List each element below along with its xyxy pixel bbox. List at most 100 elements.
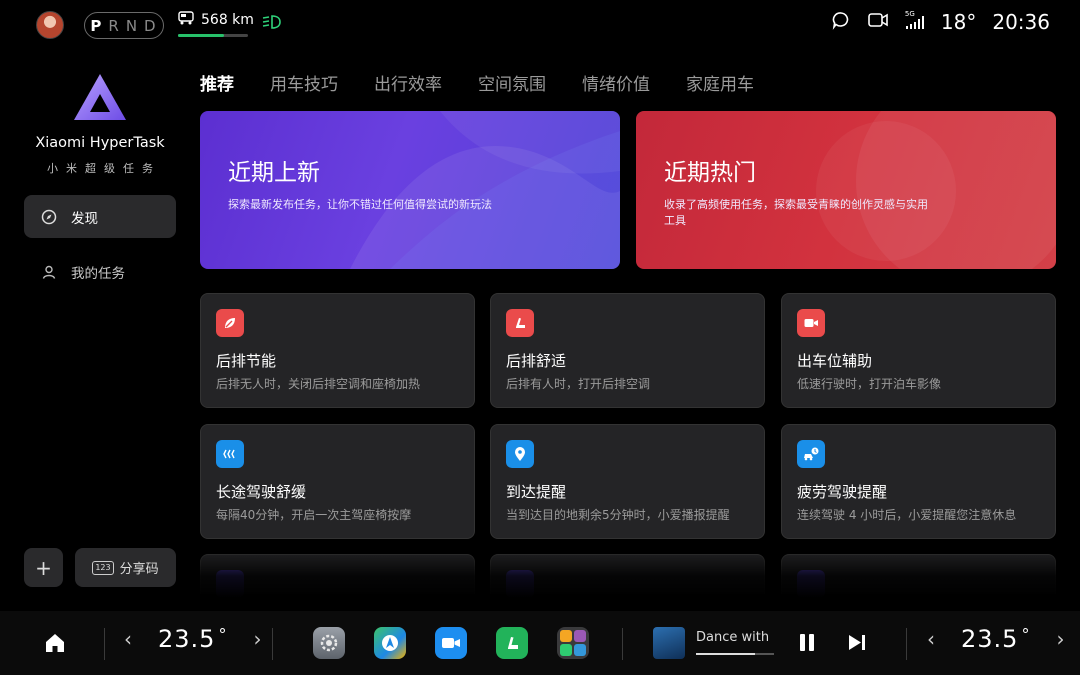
banner-new[interactable]: 近期上新 探索最新发布任务，让你不错过任何值得尝试的新玩法 xyxy=(200,111,620,269)
range-display: 568 km xyxy=(178,11,254,29)
message-icon[interactable] xyxy=(831,10,851,34)
right-climate-control: ‹ 23.5 ° › xyxy=(927,625,1064,653)
share-code-label: 分享码 xyxy=(119,562,159,577)
status-right: 5G 18° 20:36 xyxy=(831,10,1050,34)
banner-hot[interactable]: 近期热门 收录了高频使用任务，探索最受青睐的创作灵感与实用工具 xyxy=(636,111,1056,269)
gear-r: R xyxy=(108,16,121,35)
person-icon xyxy=(41,264,57,280)
signal-icon: 5G xyxy=(905,10,925,31)
banner-desc: 收录了高频使用任务，探索最受青睐的创作灵感与实用工具 xyxy=(664,198,928,227)
card-title: 疲劳驾驶提醒 xyxy=(797,483,888,501)
gear-d: D xyxy=(144,16,158,35)
keypad-icon: 123 xyxy=(92,560,114,575)
card-desc: 后排有人时，打开后排空调 xyxy=(506,377,651,391)
heat-waves-icon xyxy=(216,440,244,468)
dock-divider xyxy=(272,628,273,660)
location-pin-icon xyxy=(506,440,534,468)
banner-wave-decoration xyxy=(350,111,620,269)
chevron-right-icon[interactable]: › xyxy=(253,627,261,651)
video-call-app-icon[interactable] xyxy=(435,627,467,659)
car-range-icon xyxy=(178,11,196,29)
task-card[interactable]: 长途驾驶舒缓 每隔40分钟，开启一次主驾座椅按摩 xyxy=(200,424,475,539)
card-desc: 后排无人时，关闭后排空调和座椅加热 xyxy=(216,377,421,391)
task-card[interactable]: 出车位辅助 低速行驶时，打开泊车影像 xyxy=(781,293,1056,408)
home-icon[interactable] xyxy=(44,632,66,658)
mini-app-icon xyxy=(560,630,572,642)
headlight-icon xyxy=(262,14,282,34)
task-card[interactable]: 后排舒适 后排有人时，打开后排空调 xyxy=(490,293,765,408)
card-title: 长途驾驶舒缓 xyxy=(216,483,307,501)
sidebar-item-label: 我的任务 xyxy=(71,265,125,282)
banner-title: 近期热门 xyxy=(664,160,756,186)
pause-icon[interactable] xyxy=(800,634,814,651)
banner-title: 近期上新 xyxy=(228,160,320,186)
task-card[interactable]: 到达提醒 当到达目的地剩余5分钟时，小爱播报提醒 xyxy=(490,424,765,539)
gear-indicator: P R N D xyxy=(84,12,164,39)
chevron-left-icon[interactable]: ‹ xyxy=(927,627,935,651)
app-name: Xiaomi HyperTask xyxy=(35,135,165,151)
right-temp: 23.5 ° xyxy=(961,625,1030,653)
app-subtitle: 小米超级任务 xyxy=(47,162,161,175)
album-art[interactable] xyxy=(653,627,685,659)
gear-p: P xyxy=(90,16,104,35)
task-card[interactable]: 疲劳驾驶提醒 连续驾驶 4 小时后，小爱提醒您注意休息 xyxy=(781,424,1056,539)
category-tabs: 推荐 用车技巧 出行效率 空间氛围 情绪价值 家庭用车 xyxy=(200,70,754,95)
sidebar-item-my-tasks[interactable]: 我的任务 xyxy=(24,250,176,293)
banner-circle-decoration xyxy=(816,111,1056,269)
share-code-button[interactable]: 123 分享码 xyxy=(75,548,176,587)
navigation-app-icon[interactable] xyxy=(374,627,406,659)
range-text: 568 km xyxy=(201,12,254,28)
card-desc: 当到达目的地剩余5分钟时，小爱播报提醒 xyxy=(506,508,730,522)
dock-divider xyxy=(906,628,907,660)
mini-app-icon xyxy=(574,630,586,642)
dock-divider xyxy=(104,628,105,660)
user-avatar[interactable] xyxy=(36,11,64,39)
banner-desc: 探索最新发布任务，让你不错过任何值得尝试的新玩法 xyxy=(228,198,492,211)
card-desc: 每隔40分钟，开启一次主驾座椅按摩 xyxy=(216,508,412,522)
seat-app-icon[interactable] xyxy=(496,627,528,659)
song-progress-fill xyxy=(696,653,755,655)
tab-family-use[interactable]: 家庭用车 xyxy=(686,70,754,95)
clock: 20:36 xyxy=(992,10,1050,34)
dock-divider xyxy=(622,628,623,660)
tab-emotional-value[interactable]: 情绪价值 xyxy=(582,70,650,95)
card-title: 后排节能 xyxy=(216,352,277,370)
right-temp-value: 23.5 xyxy=(961,625,1019,653)
chevron-right-icon[interactable]: › xyxy=(1056,627,1064,651)
tab-recommended[interactable]: 推荐 xyxy=(200,70,234,95)
sidebar-item-discover[interactable]: 发现 xyxy=(24,195,176,238)
compass-icon xyxy=(41,209,57,225)
range-bar xyxy=(178,34,248,37)
range-bar-fill xyxy=(178,34,224,37)
left-temp-value: 23.5 xyxy=(158,625,216,653)
seat-icon xyxy=(506,309,534,337)
left-climate-control: ‹ 23.5 ° › xyxy=(124,625,261,653)
mini-app-icon xyxy=(574,644,586,656)
next-track-icon[interactable] xyxy=(848,634,866,655)
card-desc: 低速行驶时，打开泊车影像 xyxy=(797,377,942,391)
tab-space-ambience[interactable]: 空间氛围 xyxy=(478,70,546,95)
song-title: Dance with xyxy=(696,630,770,645)
song-progress xyxy=(696,653,774,655)
degree-symbol: ° xyxy=(218,625,228,644)
degree-symbol: ° xyxy=(1021,625,1031,644)
app-group-icon[interactable] xyxy=(557,627,589,659)
chevron-left-icon[interactable]: ‹ xyxy=(124,627,132,651)
task-card[interactable]: 后排节能 后排无人时，关闭后排空调和座椅加热 xyxy=(200,293,475,408)
card-desc: 连续驾驶 4 小时后，小爱提醒您注意休息 xyxy=(797,508,1017,522)
gear-n: N xyxy=(125,16,140,35)
outside-temperature: 18° xyxy=(940,10,977,34)
card-title: 出车位辅助 xyxy=(797,352,873,370)
hypertask-logo xyxy=(72,72,128,124)
left-temp: 23.5 ° xyxy=(158,625,227,653)
add-button[interactable]: + xyxy=(24,548,63,587)
leaf-icon xyxy=(216,309,244,337)
sidebar-item-label: 发现 xyxy=(71,210,98,227)
status-bar: P R N D 568 km 5G 18° 20:36 xyxy=(0,0,1080,52)
camera-icon[interactable] xyxy=(867,11,889,33)
tab-travel-efficiency[interactable]: 出行效率 xyxy=(374,70,442,95)
tab-car-tips[interactable]: 用车技巧 xyxy=(270,70,338,95)
card-title: 到达提醒 xyxy=(506,483,567,501)
car-alert-icon xyxy=(797,440,825,468)
settings-app-icon[interactable] xyxy=(313,627,345,659)
